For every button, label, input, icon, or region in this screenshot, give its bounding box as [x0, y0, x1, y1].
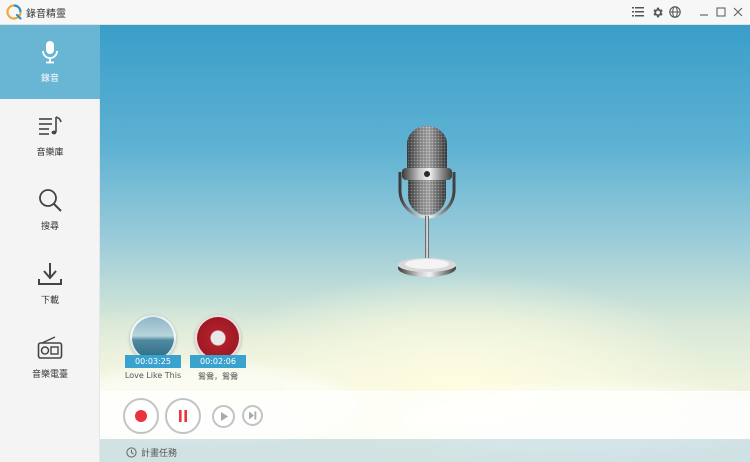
download-icon	[38, 263, 62, 285]
minimize-icon	[700, 14, 708, 16]
maximize-button[interactable]	[713, 4, 729, 20]
sidebar-item-radio[interactable]: 音樂電臺	[0, 321, 100, 395]
minimize-button[interactable]	[696, 4, 712, 20]
sidebar-item-record[interactable]: 錄音	[0, 25, 100, 99]
sidebar-item-label: 下載	[40, 296, 59, 306]
play-button[interactable]	[212, 405, 235, 428]
sidebar-item-label: 音樂電臺	[31, 370, 68, 380]
app-logo-icon	[6, 4, 22, 20]
recording-item[interactable]: 00:03:25 Love Like This	[125, 315, 185, 395]
recording-duration: 00:02:06	[190, 355, 246, 368]
sidebar: 錄音 音樂庫 搜尋 下載 音樂電臺	[0, 25, 100, 462]
recording-duration: 00:03:25	[125, 355, 181, 368]
search-icon	[39, 189, 62, 212]
title-bar: 錄音精靈	[0, 0, 750, 25]
record-icon	[135, 410, 147, 422]
next-button[interactable]	[242, 405, 263, 426]
app-title: 錄音精靈	[26, 9, 66, 20]
microphone-icon	[42, 41, 58, 64]
language-button[interactable]	[667, 4, 683, 20]
clock-icon	[126, 447, 137, 458]
status-bar	[100, 439, 750, 462]
scheduled-tasks-link[interactable]: 計畫任務	[126, 446, 177, 459]
play-icon	[221, 412, 228, 421]
gear-icon	[652, 7, 663, 17]
sidebar-item-music-library[interactable]: 音樂庫	[0, 99, 100, 173]
list-menu-button[interactable]	[630, 4, 646, 20]
maximize-icon	[716, 7, 726, 17]
sidebar-item-label: 錄音	[40, 74, 59, 84]
radio-icon	[37, 336, 63, 359]
record-button[interactable]	[123, 398, 159, 434]
recording-item[interactable]: 00:02:06 鴛鴦，鴛鴦	[190, 315, 250, 395]
music-list-icon	[39, 116, 62, 135]
pause-button[interactable]	[165, 398, 201, 434]
settings-button[interactable]	[649, 4, 665, 20]
recording-name: Love Like This	[124, 371, 182, 380]
sidebar-item-download[interactable]: 下載	[0, 247, 100, 321]
close-button[interactable]	[730, 4, 746, 20]
scheduled-tasks-label: 計畫任務	[141, 449, 178, 459]
next-track-icon	[249, 411, 257, 420]
sidebar-item-label: 搜尋	[40, 222, 59, 232]
sidebar-item-label: 音樂庫	[36, 148, 64, 158]
globe-icon	[669, 6, 681, 18]
microphone-illustration	[398, 126, 456, 277]
close-icon	[733, 7, 743, 17]
player-controls	[100, 391, 750, 439]
sidebar-item-search[interactable]: 搜尋	[0, 173, 100, 247]
list-icon	[632, 7, 644, 17]
pause-icon	[179, 410, 187, 422]
recording-name: 鴛鴦，鴛鴦	[198, 372, 238, 381]
